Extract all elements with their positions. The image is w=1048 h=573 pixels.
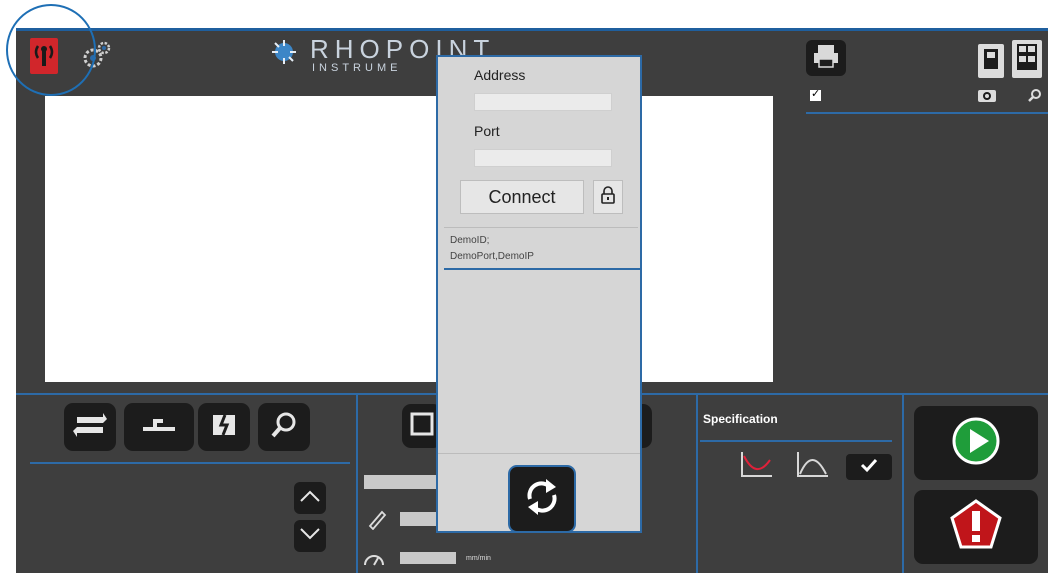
single-layout-button[interactable]	[978, 44, 1004, 78]
specification-title: Specification	[703, 412, 778, 426]
split-button[interactable]	[198, 403, 250, 451]
grid-layout-button[interactable]	[1012, 40, 1042, 78]
check-icon	[859, 457, 879, 478]
frame-icon	[408, 410, 436, 443]
spec-min-curve-button[interactable]	[736, 450, 776, 484]
port-input[interactable]	[474, 149, 612, 167]
spec-title-underline	[700, 440, 892, 442]
toolbar-divider	[30, 462, 350, 464]
speed-unit-label: mm/min	[466, 555, 491, 562]
refresh-icon	[520, 475, 564, 524]
printer-icon	[811, 43, 841, 74]
camera-button[interactable]	[976, 88, 998, 106]
chevron-up-icon	[298, 488, 322, 509]
stop-button[interactable]	[914, 490, 1038, 564]
scroll-down-button[interactable]	[294, 520, 326, 552]
spec-max-curve-button[interactable]	[792, 450, 832, 484]
camera-icon	[977, 87, 997, 108]
split-icon	[211, 412, 237, 443]
baseline-icon	[139, 415, 179, 440]
spec-apply-toggle[interactable]	[846, 454, 892, 480]
swap-button[interactable]	[64, 403, 116, 451]
search-icon	[1028, 88, 1042, 107]
zoom-button[interactable]	[1026, 88, 1044, 106]
min-curve-icon	[738, 450, 774, 485]
speed-readout-bar	[400, 552, 456, 564]
graph-area[interactable]	[45, 96, 773, 382]
readout-bar-2	[400, 512, 436, 526]
check-icon: ✓	[811, 88, 821, 100]
connection-popup: Address Port Connect DemoID; DemoPort,De…	[436, 55, 642, 533]
left-section-split	[356, 395, 358, 573]
baseline-button[interactable]	[124, 403, 194, 451]
layout-single-icon	[981, 46, 1001, 77]
layout-grid-icon	[1015, 42, 1039, 77]
search-button[interactable]	[258, 403, 310, 451]
popup-footer-separator	[438, 453, 640, 454]
port-label: Port	[474, 123, 500, 139]
result-line-1: DemoID;	[450, 235, 490, 246]
chevron-down-icon	[298, 526, 322, 547]
result-underline	[444, 268, 640, 270]
lock-icon	[600, 185, 616, 210]
highlight-circle	[6, 4, 96, 96]
lock-button[interactable]	[593, 180, 623, 214]
play-icon	[951, 416, 1001, 471]
search-icon	[270, 411, 298, 444]
speedometer-icon	[362, 548, 386, 573]
connect-button[interactable]: Connect	[460, 180, 584, 214]
readout-bar-1	[364, 475, 436, 489]
spec-section-split	[696, 395, 698, 573]
refresh-button[interactable]	[508, 465, 576, 533]
result-line-2: DemoPort,DemoIP	[450, 251, 534, 262]
scroll-up-button[interactable]	[294, 482, 326, 514]
logo-mark-icon	[270, 38, 298, 71]
max-curve-icon	[794, 450, 830, 485]
popup-separator	[444, 227, 638, 228]
action-section-split	[902, 395, 904, 573]
address-label: Address	[474, 67, 526, 83]
pencil-icon	[366, 508, 388, 535]
right-panel-divider	[806, 112, 1048, 114]
stop-alert-icon	[949, 498, 1003, 557]
logo-sub-text: INSTRUME	[312, 62, 402, 74]
start-button[interactable]	[914, 406, 1038, 480]
address-input[interactable]	[474, 93, 612, 111]
swap-icon	[73, 411, 107, 444]
connection-result-item[interactable]: DemoID; DemoPort,DemoIP	[438, 229, 640, 267]
top-border	[16, 28, 1048, 31]
printer-button[interactable]	[806, 40, 846, 76]
print-checkbox[interactable]: ✓	[810, 88, 821, 101]
